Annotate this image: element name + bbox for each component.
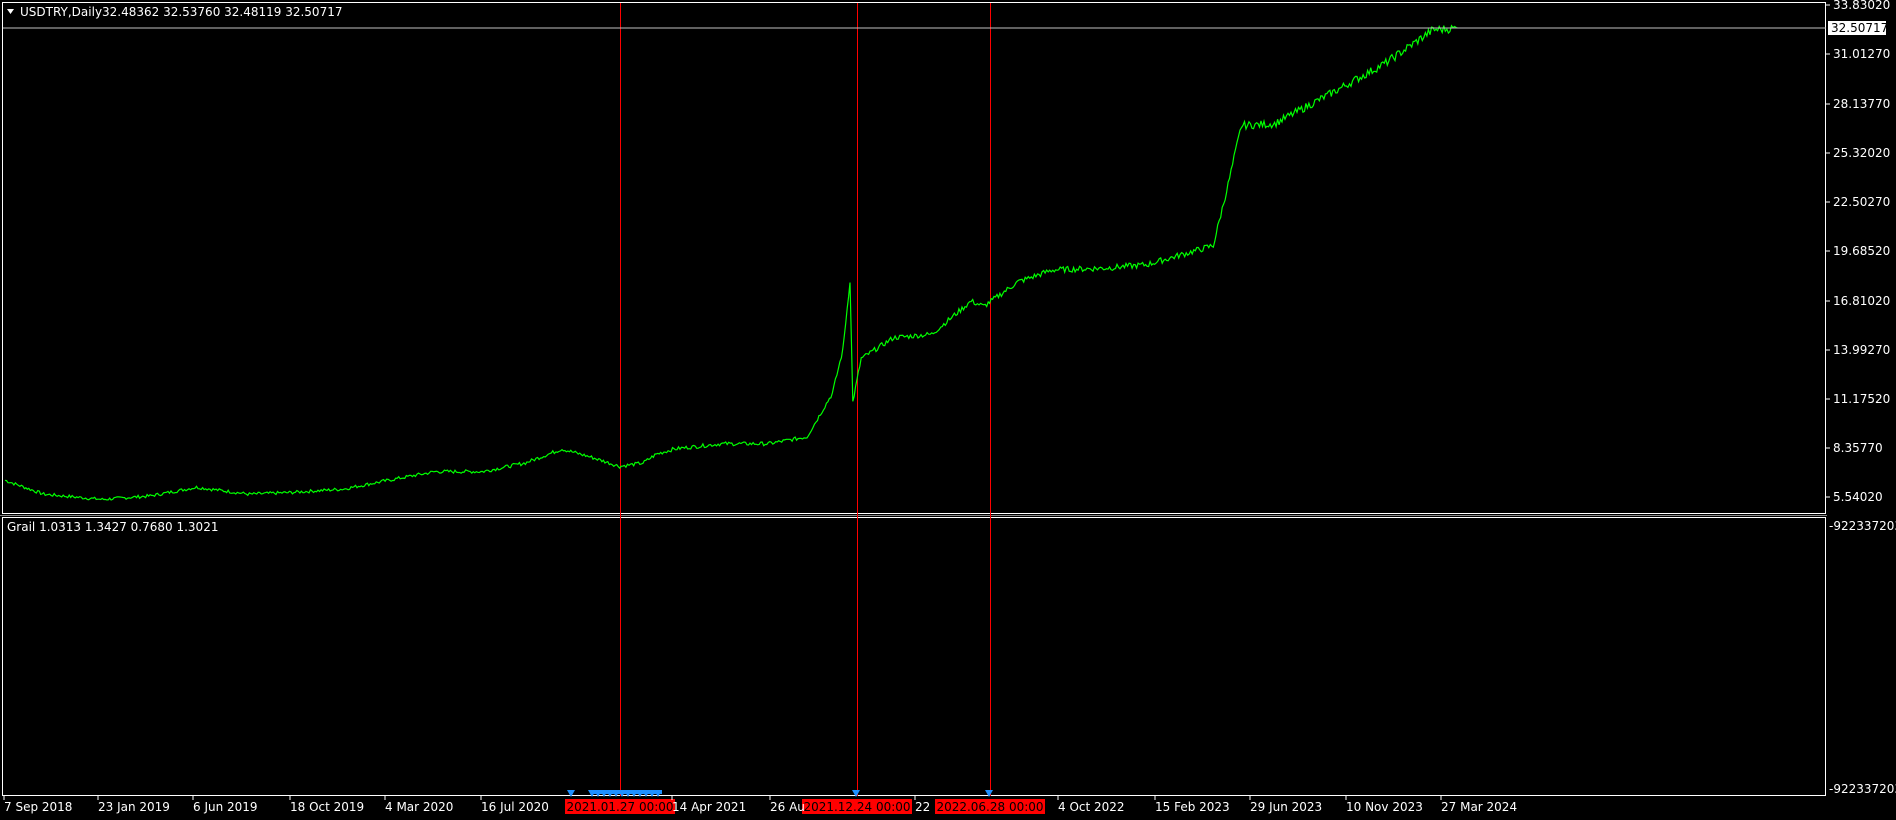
time-tick-label: 6 Jun 2019 xyxy=(193,800,258,814)
price-tick-label: 8.35770 xyxy=(1833,441,1883,455)
time-tick-label: 26 Au xyxy=(770,800,805,814)
price-tick-label: 31.01270 xyxy=(1833,47,1890,61)
price-chart[interactable]: 33.83020 31.01270 28.13770 25.32020 22.50270… xyxy=(0,0,1896,820)
time-tick-label: 29 Jun 2023 xyxy=(1250,800,1322,814)
vertical-line-date-label: 2021.01.27 00:00 xyxy=(566,800,673,814)
time-tick-label: 27 Mar 2024 xyxy=(1441,800,1517,814)
price-tick-label: 11.17520 xyxy=(1833,392,1890,406)
time-tick-label: 4 Mar 2020 xyxy=(385,800,453,814)
ohlc-values: 32.48362 32.53760 32.48119 32.50717 xyxy=(102,5,342,19)
price-tick-label: 16.81020 xyxy=(1833,294,1890,308)
price-tick-label: 33.83020 xyxy=(1833,0,1890,12)
price-tick-label: 25.32020 xyxy=(1833,146,1890,160)
time-tick-label: 23 Jan 2019 xyxy=(98,800,170,814)
chart-background xyxy=(0,0,1896,820)
price-tick-label: 28.13770 xyxy=(1833,97,1890,111)
vertical-line-date-label: 2022.06.28 00:00 xyxy=(936,800,1043,814)
time-tick-label: 18 Oct 2019 xyxy=(290,800,364,814)
time-tick-label: 15 Feb 2023 xyxy=(1155,800,1230,814)
time-tick-label: 4 Oct 2022 xyxy=(1058,800,1125,814)
time-tick-label: 10 Nov 2023 xyxy=(1346,800,1423,814)
price-tick-label: 13.99270 xyxy=(1833,343,1890,357)
time-tick-label: 14 Apr 2021 xyxy=(672,800,746,814)
vertical-line-date-label: 2021.12.24 00:00 xyxy=(803,800,910,814)
time-tick-label: 7 Sep 2018 xyxy=(4,800,72,814)
symbol-label: USDTRY,Daily xyxy=(20,5,102,19)
indicator-marker-band xyxy=(592,790,662,794)
indicator-scale-top: -922337203 xyxy=(1829,519,1896,533)
indicator-label: Grail 1.0313 1.3427 0.7680 1.3021 xyxy=(7,520,218,534)
current-price-label: 32.50717 xyxy=(1831,21,1888,35)
indicator-scale-bottom: -922337203 xyxy=(1829,782,1896,796)
price-tick-label: 22.50270 xyxy=(1833,195,1890,209)
time-tick-label: 22 xyxy=(915,800,930,814)
price-tick-label: 5.54020 xyxy=(1833,490,1883,504)
price-tick-label: 19.68520 xyxy=(1833,244,1890,258)
time-tick-label: 16 Jul 2020 xyxy=(481,800,549,814)
